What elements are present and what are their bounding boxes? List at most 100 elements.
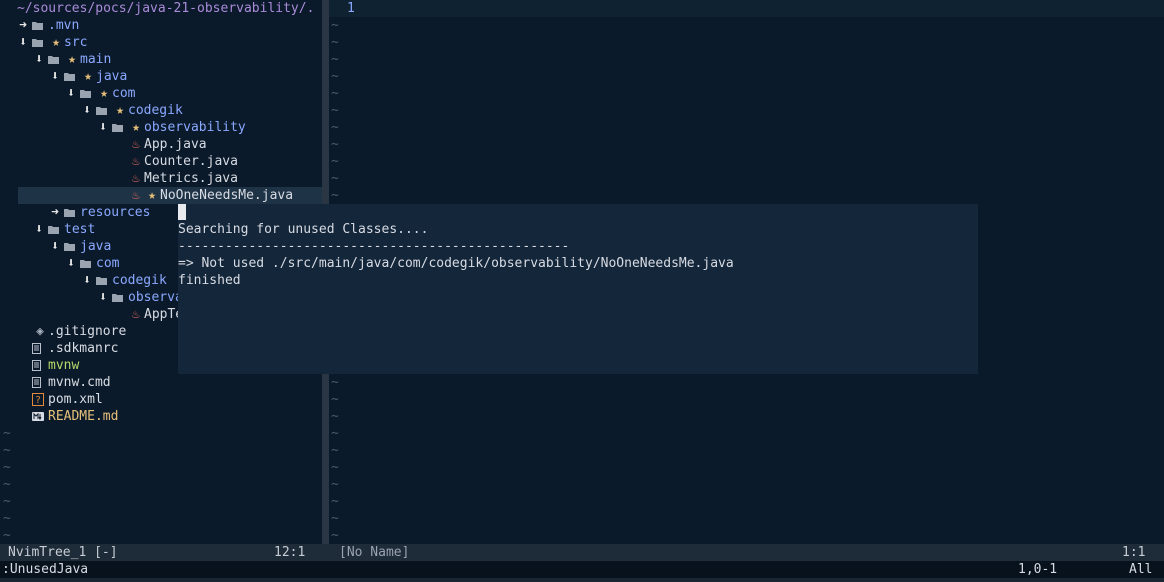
- expanded-arrow-icon[interactable]: ⬇: [16, 34, 30, 51]
- empty-line-tilde: ~: [331, 35, 339, 50]
- statusline-tree-position: 12:1: [274, 545, 306, 560]
- tree-item-label: App.java: [144, 137, 207, 152]
- tree-item-label: Metrics.java: [144, 171, 238, 186]
- java-icon: ♨: [132, 154, 140, 169]
- tree-item-label: src: [64, 35, 88, 50]
- expanded-arrow-icon[interactable]: ⬇: [32, 51, 46, 68]
- empty-line-tilde: ~: [331, 375, 339, 390]
- terminal-bottom-edge: [0, 578, 1164, 582]
- command-line[interactable]: :UnusedJava 1,0-1 All: [0, 561, 1164, 578]
- tree-item-label: java: [96, 69, 128, 84]
- empty-line-tilde: ~: [331, 426, 339, 441]
- svg-text:?: ?: [35, 395, 41, 406]
- tree-item-label: .mvn: [48, 18, 80, 33]
- tree-root-path[interactable]: ~/sources/pocs/java-21-observability/.: [17, 0, 314, 17]
- empty-line-tilde: ~: [331, 443, 339, 458]
- tree-item-label: test: [64, 222, 96, 237]
- tree-item-label: pom.xml: [48, 392, 103, 407]
- empty-line-tilde: ~: [3, 494, 11, 509]
- empty-line-tilde: ~: [331, 103, 339, 118]
- expanded-arrow-icon[interactable]: ⬇: [32, 221, 46, 238]
- empty-line-tilde: ~: [331, 171, 339, 186]
- folder-icon: [80, 85, 91, 103]
- empty-line-tilde: ~: [331, 86, 339, 101]
- empty-line-tilde: ~: [331, 69, 339, 84]
- modified-star-icon: ★: [84, 69, 92, 84]
- statusline-tree-name: NvimTree_1 [-]: [8, 545, 118, 560]
- empty-line-tilde: ~: [3, 460, 11, 475]
- empty-line-tilde: ~: [331, 52, 339, 67]
- modified-star-icon: ★: [148, 188, 156, 203]
- empty-line-tilde: ~: [331, 460, 339, 475]
- collapsed-arrow-icon[interactable]: ➜: [48, 204, 62, 221]
- markdown-icon: [32, 408, 44, 426]
- empty-line-tilde: ~: [3, 477, 11, 492]
- tree-item[interactable]: ♨ ★ NoOneNeedsMe.java: [18, 187, 322, 204]
- expanded-arrow-icon[interactable]: ⬇: [80, 102, 94, 119]
- folder-icon: [64, 238, 75, 256]
- modified-star-icon: ★: [132, 120, 140, 135]
- statusline-buffer-position: 1:1: [1122, 545, 1146, 560]
- folder-icon: [112, 119, 123, 137]
- folder-icon: [112, 289, 123, 307]
- tree-item-label: com: [96, 256, 120, 271]
- modified-star-icon: ★: [68, 52, 76, 67]
- expanded-arrow-icon[interactable]: ⬇: [80, 272, 94, 289]
- empty-line-tilde: ~: [3, 528, 11, 543]
- folder-icon: [32, 34, 43, 52]
- tree-item-label: Counter.java: [144, 154, 238, 169]
- tree-item-label: codegik: [128, 103, 183, 118]
- cursor: [178, 204, 186, 220]
- folder-icon: [96, 272, 107, 290]
- empty-line-tilde: ~: [331, 18, 339, 33]
- expanded-arrow-icon[interactable]: ⬇: [48, 238, 62, 255]
- folder-icon: [48, 51, 59, 69]
- popup-line-searching: Searching for unused Classes....: [178, 222, 429, 237]
- folder-icon: [48, 221, 59, 239]
- statusline: NvimTree_1 [-] 12:1 [No Name] 1:1: [0, 544, 1164, 561]
- ruler: 1,0-1: [1018, 562, 1058, 577]
- expanded-arrow-icon[interactable]: ⬇: [64, 255, 78, 272]
- empty-line-tilde: ~: [331, 137, 339, 152]
- popup-line-result: => Not used ./src/main/java/com/codegik/…: [178, 256, 734, 271]
- expanded-arrow-icon[interactable]: ⬇: [96, 289, 110, 306]
- folder-icon: [64, 68, 75, 86]
- tree-item-label: mvnw: [48, 358, 80, 373]
- current-line-highlight: 1: [329, 0, 1164, 17]
- expanded-arrow-icon[interactable]: ⬇: [64, 85, 78, 102]
- tree-item-label: .sdkmanrc: [48, 341, 119, 356]
- modified-star-icon: ★: [100, 86, 108, 101]
- scroll-indicator: All: [1129, 562, 1153, 577]
- empty-line-tilde: ~: [331, 511, 339, 526]
- git-icon: ◈: [36, 324, 44, 339]
- tree-item-label: main: [80, 52, 112, 67]
- folder-icon: [64, 204, 75, 222]
- modified-star-icon: ★: [116, 103, 124, 118]
- collapsed-arrow-icon[interactable]: ➜: [16, 17, 30, 34]
- popup-line-finished: finished: [178, 273, 241, 288]
- popup-line-separator: ----------------------------------------…: [178, 239, 570, 254]
- empty-line-tilde: ~: [3, 511, 11, 526]
- folder-icon: [80, 255, 91, 273]
- folder-icon: [32, 17, 43, 35]
- empty-line-tilde: ~: [331, 188, 339, 203]
- empty-line-tilde: ~: [331, 120, 339, 135]
- expanded-arrow-icon[interactable]: ⬇: [48, 68, 62, 85]
- expanded-arrow-icon[interactable]: ⬇: [96, 119, 110, 136]
- tree-item-label: com: [112, 86, 136, 101]
- modified-star-icon: ★: [52, 35, 60, 50]
- command-text: :UnusedJava: [2, 562, 89, 577]
- empty-line-tilde: ~: [331, 528, 339, 543]
- empty-line-tilde: ~: [331, 154, 339, 169]
- line-number: 1: [347, 1, 355, 16]
- tree-item-label: README.md: [48, 409, 119, 424]
- empty-line-tilde: ~: [331, 409, 339, 424]
- unused-classes-popup: Searching for unused Classes.... -------…: [178, 204, 978, 374]
- folder-icon: [96, 102, 107, 120]
- tree-item-label: NoOneNeedsMe.java: [160, 188, 294, 203]
- tree-item-label: codegik: [112, 273, 167, 288]
- empty-line-tilde: ~: [331, 392, 339, 407]
- java-icon: ♨: [132, 307, 140, 322]
- tree-item-label: .gitignore: [48, 324, 127, 339]
- empty-line-tilde: ~: [331, 494, 339, 509]
